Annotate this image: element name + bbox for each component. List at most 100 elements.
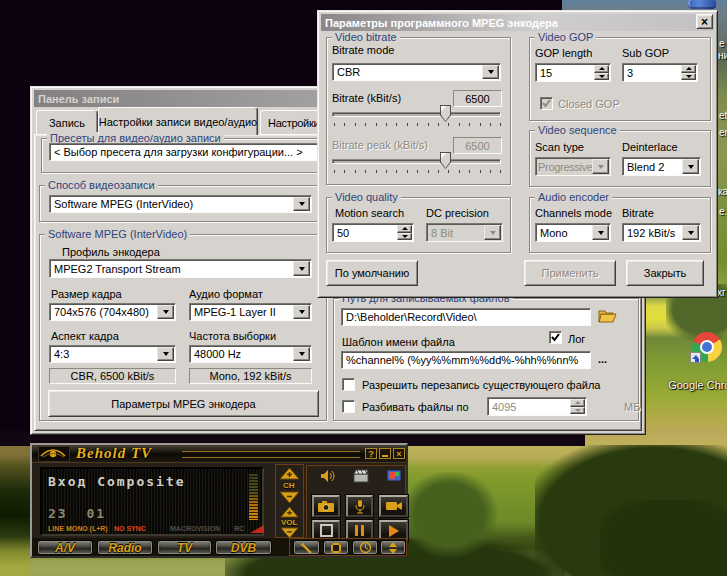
gop-length-spin-buttons[interactable] xyxy=(594,65,609,80)
spin-down-icon[interactable] xyxy=(570,407,585,415)
aspect-combo-arrow[interactable] xyxy=(157,347,174,361)
macrovision-label: MACROVISION xyxy=(170,525,220,532)
spin-up-icon[interactable] xyxy=(570,399,585,407)
settings-button[interactable] xyxy=(293,540,320,555)
sub-gop-spinner[interactable]: 3 xyxy=(622,63,698,82)
bitrate-mode-combo-arrow[interactable] xyxy=(482,65,499,79)
audio-format-combobox[interactable]: MPEG-1 Layer II xyxy=(189,303,312,321)
channel-up-button[interactable] xyxy=(279,467,300,482)
behold-logo-icon xyxy=(38,446,70,462)
sub-gop-spin-buttons[interactable] xyxy=(681,65,696,80)
desktop-icon-fragment-top[interactable] xyxy=(688,0,716,9)
spin-up-icon[interactable] xyxy=(397,225,412,233)
mpeg-params-button-label: Параметры MPEG энкодера xyxy=(111,398,255,410)
tv-screen-icon[interactable] xyxy=(386,469,402,485)
scheduler-button[interactable] xyxy=(352,540,378,555)
split-checkbox[interactable] xyxy=(342,400,355,413)
audio-record-button[interactable] xyxy=(346,495,373,517)
behold-tv-window: Behold TV ? × Вход Composite 23 01 LINE … xyxy=(30,443,408,558)
gop-length-spinner[interactable]: 15 xyxy=(535,63,611,82)
video-record-button[interactable] xyxy=(379,495,408,517)
dvb-button-label: DVB xyxy=(231,541,256,555)
peak-slider-track xyxy=(332,159,501,164)
video-files-button[interactable] xyxy=(323,540,349,555)
motion-search-spin-buttons[interactable] xyxy=(397,225,412,240)
profile-combo-arrow[interactable] xyxy=(293,261,310,276)
tab-nastroyki-zapisi-label: Настройки записи видео/аудио xyxy=(99,116,257,128)
help-button[interactable]: ? xyxy=(365,448,377,459)
rc-label: RC xyxy=(234,525,244,532)
profile-combobox[interactable]: MPEG2 Transport Stream xyxy=(49,259,312,278)
sample-rate-combo-arrow[interactable] xyxy=(293,347,310,361)
close-button[interactable]: Закрыть xyxy=(626,260,704,286)
sample-rate-combobox[interactable]: 48000 Hz xyxy=(189,345,312,363)
audio-bitrate-combobox[interactable]: 192 kBit/s xyxy=(622,223,701,242)
motion-search-spinner[interactable]: 50 xyxy=(332,223,414,242)
tab-nastroyki-zapisi[interactable]: Настройки записи видео/аудио xyxy=(98,107,258,135)
av-button[interactable]: A/V xyxy=(37,540,93,555)
audio-encoder-caption: Audio encoder xyxy=(535,191,612,204)
desktop-icon-chrome[interactable]: Google Chrome xyxy=(659,332,727,391)
method-combobox[interactable]: Software MPEG (InterVideo) xyxy=(49,195,312,213)
frame-size-combo-arrow[interactable] xyxy=(157,305,174,319)
video-bitrate-caption: Video bitrate xyxy=(332,31,400,44)
bitrate-slider-track[interactable] xyxy=(332,112,501,117)
mpeg-titlebar[interactable]: Параметры программного MPEG энкодера xyxy=(321,14,714,31)
overwrite-checkbox[interactable] xyxy=(342,378,355,391)
default-button[interactable]: По умолчанию xyxy=(326,260,418,286)
spin-down-icon[interactable] xyxy=(594,73,609,81)
bitrate-value-box: 6500 xyxy=(453,90,502,107)
template-label: Шаблон имени файла xyxy=(342,336,455,348)
app-close-button[interactable]: × xyxy=(393,448,405,459)
audio-format-combo-arrow[interactable] xyxy=(293,305,310,319)
mpeg-params-button[interactable]: Параметры MPEG энкодера xyxy=(48,390,319,417)
method-combo-arrow[interactable] xyxy=(293,197,310,211)
dvb-button[interactable]: DVB xyxy=(215,540,272,555)
audio-bitrate-combo-arrow[interactable] xyxy=(682,225,699,240)
desktop-icon-label-fragment-3: et xyxy=(719,110,727,121)
desktop-icon-label-fragment-6: е. xyxy=(719,206,727,217)
behold-title: Behold TV xyxy=(76,445,152,462)
chevron-down-icon xyxy=(163,352,169,356)
channels-mode-combobox[interactable]: Mono xyxy=(535,223,611,242)
aspect-combobox[interactable]: 4:3 xyxy=(49,345,176,363)
split-label: Разбивать файлы по xyxy=(362,401,469,413)
template-more-button[interactable]: ... xyxy=(598,353,607,365)
tv-button[interactable]: TV xyxy=(157,540,212,555)
filename-template-input[interactable]: %channel% (%yy%%mm%%dd%-%hh%%nn% xyxy=(341,351,591,369)
radio-button[interactable]: Radio xyxy=(97,540,153,555)
spin-up-icon[interactable] xyxy=(681,65,696,73)
folder-open-icon xyxy=(597,307,619,326)
clock-icon xyxy=(359,541,372,554)
deinterlace-combobox[interactable]: Blend 2 xyxy=(622,157,701,176)
gop-length-value: 15 xyxy=(540,67,552,79)
record-path-input[interactable]: D:\Beholder\Record\Video\ xyxy=(341,308,591,326)
channel-down-button[interactable] xyxy=(279,491,300,506)
deinterlace-combo-arrow[interactable] xyxy=(682,159,699,174)
motion-search-label: Motion search xyxy=(335,207,404,219)
split-size-spinner[interactable]: 4095 xyxy=(487,397,587,416)
bitrate-mode-combobox[interactable]: CBR xyxy=(332,63,501,81)
channels-mode-combo-arrow[interactable] xyxy=(592,225,609,240)
behold-titlebar[interactable]: Behold TV ? × xyxy=(32,445,406,462)
clapperboard-icon[interactable] xyxy=(353,469,369,485)
snapshot-button[interactable] xyxy=(312,495,340,517)
bitrate-mode-value: CBR xyxy=(337,66,360,78)
sample-rate-label: Частота выборки xyxy=(189,330,276,342)
mute-icon[interactable] xyxy=(320,469,336,485)
spin-up-icon[interactable] xyxy=(594,65,609,73)
browse-folder-button[interactable] xyxy=(597,307,619,326)
frame-size-combobox[interactable]: 704x576 (704x480) xyxy=(49,303,176,321)
mpeg-close-button[interactable]: × xyxy=(696,14,713,29)
chevron-down-icon xyxy=(598,165,604,169)
updown-button[interactable] xyxy=(380,540,406,555)
apply-button[interactable]: Применить xyxy=(524,260,616,286)
log-checkbox[interactable] xyxy=(549,331,562,344)
spin-down-icon[interactable] xyxy=(681,73,696,81)
split-size-spin-buttons[interactable] xyxy=(570,399,585,414)
bitrate-slider-ticks xyxy=(334,123,501,126)
filename-template-value: %channel% (%yy%%mm%%dd%-%hh%%nn% xyxy=(346,354,578,366)
record-panel-title: Панель записи xyxy=(38,93,119,105)
spin-down-icon[interactable] xyxy=(397,233,412,241)
minimize-button[interactable] xyxy=(379,448,391,459)
